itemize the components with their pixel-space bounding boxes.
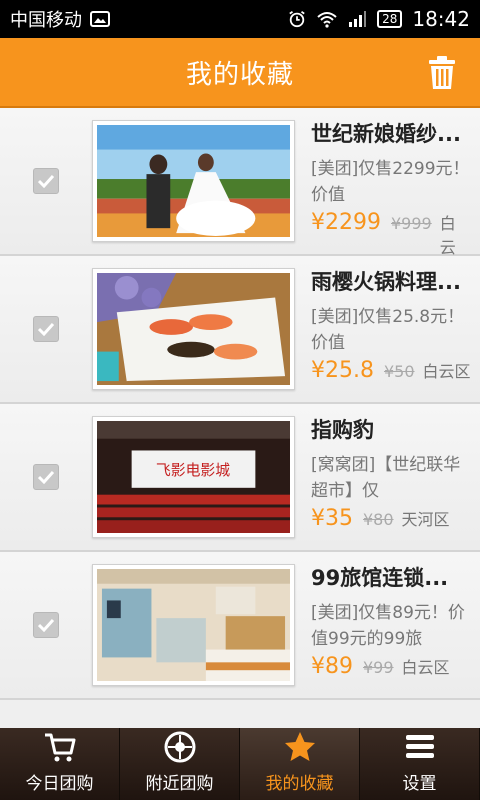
battery-indicator: 28	[377, 10, 403, 28]
favorites-list: 世纪新娘婚纱... [美团]仅售2299元！价值 ¥2299 ¥999 白云区	[0, 108, 480, 728]
checkmark-icon	[38, 470, 54, 484]
status-bar: 中国移动 28 18:42	[0, 0, 480, 38]
item-checkbox[interactable]	[33, 168, 59, 194]
item-original-price: ¥999	[391, 214, 432, 233]
tab-today-deals[interactable]: 今日团购	[0, 728, 120, 800]
item-title: 雨樱火锅料理...	[311, 270, 461, 294]
item-description: [美团]仅售25.8元！价值	[311, 307, 465, 353]
checkmark-icon	[38, 174, 54, 188]
item-info: 雨樱火锅料理... [美团]仅售25.8元！价值 ¥25.8 ¥50 白云区	[311, 266, 471, 388]
item-title: 99旅馆连锁...	[311, 566, 449, 590]
item-price: ¥25.8	[311, 358, 374, 383]
item-price: ¥35	[311, 506, 353, 531]
item-price: ¥2299	[311, 210, 381, 235]
item-description: [窝窝团]【世纪联华超市】仅	[311, 455, 461, 501]
item-price: ¥89	[311, 654, 353, 679]
image-notification-icon	[90, 11, 110, 27]
item-area: 白云区	[401, 658, 450, 677]
item-thumbnail-wedding	[92, 120, 295, 242]
list-item[interactable]: 世纪新娘婚纱... [美团]仅售2299元！价值 ¥2299 ¥999 白云区	[0, 108, 480, 281]
tab-nearby-deals[interactable]: 附近团购	[120, 728, 240, 800]
settings-icon	[405, 735, 434, 758]
alarm-icon	[289, 11, 305, 28]
cart-icon	[44, 733, 75, 762]
price-line: ¥89 ¥99 白云区	[311, 654, 471, 684]
item-checkbox[interactable]	[33, 612, 59, 638]
item-description: [美团]仅售89元！价值99元的99旅	[311, 603, 465, 649]
item-original-price: ¥50	[383, 362, 415, 381]
item-checkbox-area[interactable]	[0, 552, 92, 698]
tab-settings[interactable]: 设置	[360, 728, 480, 800]
item-info: 99旅馆连锁... [美团]仅售89元！价值99元的99旅 ¥89 ¥99 白云…	[311, 562, 471, 684]
item-checkbox-area[interactable]	[0, 404, 92, 550]
item-area: 天河区	[401, 510, 450, 529]
item-thumbnail-cinema: 飞影电影城	[92, 416, 295, 538]
item-thumbnail-hotel	[92, 564, 295, 686]
checkmark-icon	[38, 618, 54, 632]
item-thumbnail-sushi	[92, 268, 295, 390]
item-description: [美团]仅售2299元！价值	[311, 159, 470, 205]
item-info: 世纪新娘婚纱... [美团]仅售2299元！价值 ¥2299 ¥999 白云区	[311, 118, 471, 281]
clock: 18:42	[412, 7, 470, 31]
item-checkbox-area[interactable]	[0, 256, 92, 402]
item-area: 白云区	[422, 362, 471, 381]
item-original-price: ¥80	[363, 510, 394, 529]
price-line: ¥25.8 ¥50 白云区	[311, 358, 471, 388]
carrier-label: 中国移动	[10, 10, 82, 31]
signal-icon	[349, 11, 367, 27]
page-title: 我的收藏	[185, 59, 294, 90]
price-line: ¥35 ¥80 天河区	[311, 506, 471, 536]
tab-label: 我的收藏	[265, 774, 334, 794]
item-checkbox[interactable]	[33, 316, 59, 342]
wifi-icon	[317, 12, 337, 28]
price-line: ¥2299 ¥999 白云区	[311, 210, 471, 281]
header-bar: 我的收藏	[0, 38, 480, 108]
cinema-sign-text: 飞影电影城	[156, 462, 230, 479]
item-original-price: ¥99	[363, 658, 394, 677]
item-checkbox[interactable]	[33, 464, 59, 490]
item-title: 世纪新娘婚纱...	[311, 122, 461, 146]
tab-my-favorites[interactable]: 我的收藏	[240, 728, 360, 800]
location-icon	[164, 731, 195, 763]
tab-label: 今日团购	[25, 774, 94, 794]
bottom-tab-bar: 今日团购 附近团购 我的收藏 设置	[0, 728, 480, 800]
trash-icon[interactable]	[426, 55, 458, 91]
item-title: 指购豹	[311, 418, 374, 442]
list-item[interactable]: 雨樱火锅料理... [美团]仅售25.8元！价值 ¥25.8 ¥50 白云区	[0, 256, 480, 404]
list-item[interactable]: 飞影电影城 指购豹 [窝窝团]【世纪联华超市】仅 ¥35 ¥80 天河区	[0, 404, 480, 552]
tab-label: 设置	[402, 774, 437, 794]
list-item[interactable]: 99旅馆连锁... [美团]仅售89元！价值99元的99旅 ¥89 ¥99 白云…	[0, 552, 480, 700]
item-checkbox-area[interactable]	[0, 108, 92, 254]
checkmark-icon	[38, 322, 54, 336]
tab-label: 附近团购	[145, 774, 214, 794]
star-icon	[284, 732, 315, 761]
item-info: 指购豹 [窝窝团]【世纪联华超市】仅 ¥35 ¥80 天河区	[311, 414, 471, 536]
